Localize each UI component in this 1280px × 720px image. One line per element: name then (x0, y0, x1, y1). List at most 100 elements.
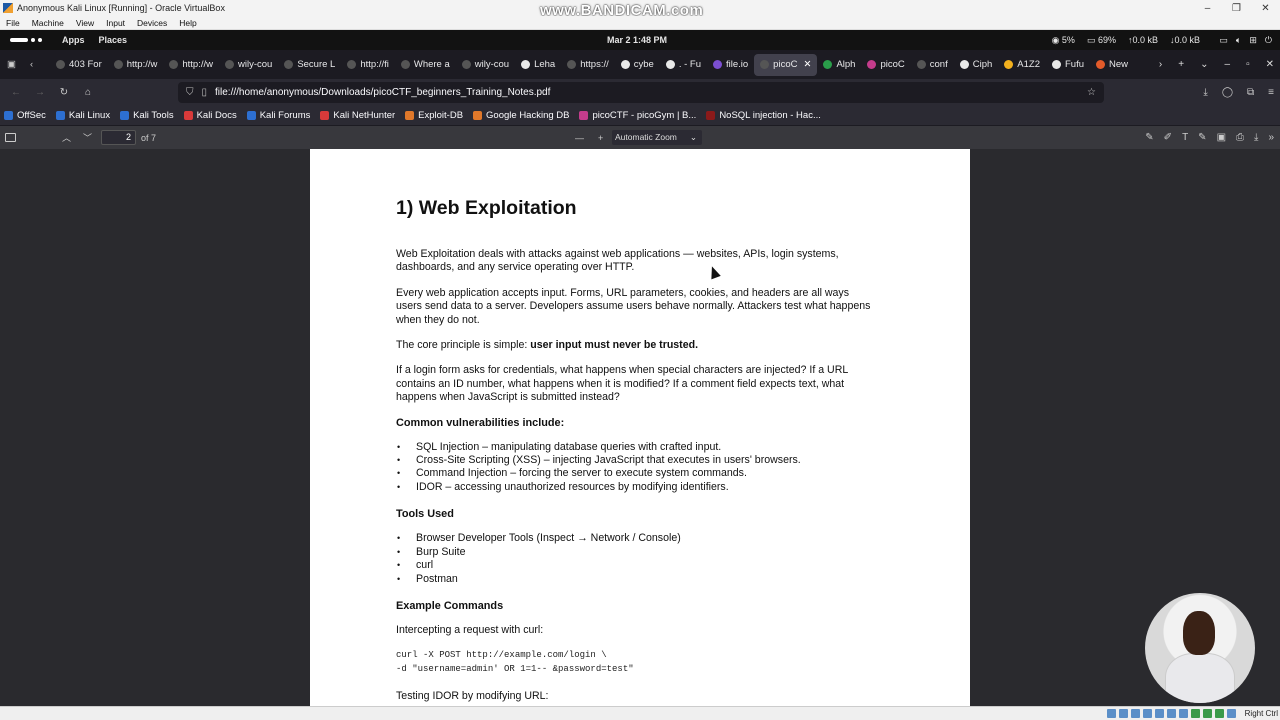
previous-page-icon[interactable]: ︿ (62, 131, 71, 144)
bookmark-item[interactable]: Google Hacking DB (469, 110, 575, 121)
print-icon[interactable]: ⎙ (1236, 132, 1244, 143)
bookmark-item[interactable]: OffSec (0, 110, 52, 121)
network-icon[interactable]: ⊞ (1249, 35, 1257, 46)
browser-minimize-icon[interactable]: – (1225, 59, 1231, 70)
browser-tab[interactable]: Alph (817, 54, 861, 76)
shared-folders-icon[interactable] (1167, 709, 1176, 718)
maximize-icon[interactable]: ❐ (1222, 0, 1251, 16)
highlight-icon[interactable]: ✐ (1164, 132, 1172, 143)
bookmark-item[interactable]: Kali Forums (243, 110, 317, 121)
save-icon[interactable]: ⤓ (1254, 132, 1258, 143)
tab-scroll-right-icon[interactable]: › (1159, 59, 1162, 70)
menu-file[interactable]: File (0, 18, 26, 28)
browser-tab[interactable]: Secure L (278, 54, 341, 76)
mouse-integration-icon[interactable] (1215, 709, 1224, 718)
new-tab-icon[interactable]: + (1178, 59, 1184, 70)
browser-tab[interactable]: cybe (615, 54, 660, 76)
home-icon[interactable]: ⌂ (76, 87, 100, 98)
account-icon[interactable]: ◯ (1222, 87, 1233, 98)
browser-tab[interactable]: Leha (515, 54, 561, 76)
edit-pdf-icon[interactable]: ✎ (1145, 132, 1153, 143)
sidebar-toggle-icon[interactable] (5, 133, 16, 142)
menu-input[interactable]: Input (100, 18, 131, 28)
page-number-input[interactable]: 2 (101, 130, 136, 145)
minimize-icon[interactable]: – (1193, 0, 1222, 16)
workspace-indicator[interactable] (10, 38, 50, 42)
bookmark-item[interactable]: NoSQL injection - Hac... (702, 110, 827, 121)
draw-icon[interactable]: ✎ (1198, 132, 1206, 143)
browser-tab[interactable]: Ciph (954, 54, 999, 76)
menu-machine[interactable]: Machine (26, 18, 70, 28)
tracking-protection-icon[interactable]: ⛉ (186, 87, 194, 98)
browser-tab[interactable]: wily-cou (456, 54, 515, 76)
menu-devices[interactable]: Devices (131, 18, 173, 28)
places-menu[interactable]: Places (99, 35, 128, 45)
apps-menu[interactable]: Apps (62, 35, 85, 45)
zoom-select[interactable]: Automatic Zoom ⌄ (612, 130, 702, 145)
pdf-viewer[interactable]: 1) Web Exploitation Web Exploitation dea… (0, 149, 1280, 706)
list-all-tabs-icon[interactable]: ⌄ (1200, 59, 1208, 70)
bookmark-item[interactable]: Kali Tools (116, 110, 180, 121)
hard-disk-icon[interactable] (1107, 709, 1116, 718)
browser-tab[interactable]: https:// (561, 54, 615, 76)
browser-close-icon[interactable]: ✕ (1266, 59, 1274, 70)
close-tab-icon[interactable]: ✕ (803, 59, 811, 70)
audio-icon[interactable] (1131, 709, 1140, 718)
image-icon[interactable]: ▣ (1217, 132, 1226, 143)
clock[interactable]: Mar 2 1:48 PM (607, 35, 667, 45)
browser-tab[interactable]: file.io (707, 54, 754, 76)
back-icon[interactable]: ← (4, 87, 28, 98)
bookmark-star-icon[interactable]: ☆ (1087, 87, 1096, 98)
usb-icon[interactable] (1155, 709, 1164, 718)
close-icon[interactable]: ✕ (1251, 0, 1280, 16)
menu-help[interactable]: Help (173, 18, 202, 28)
browser-tab[interactable]: wily-cou (219, 54, 278, 76)
tab-favicon-icon (284, 60, 294, 69)
url-bar[interactable]: ⛉ ▯ file:///home/anonymous/Downloads/pic… (178, 82, 1104, 103)
screen-icon[interactable]: ▭ (1219, 35, 1228, 46)
tab-scroll-left-icon[interactable]: ‹ (30, 59, 33, 70)
browser-tab[interactable]: picoC ✕ (754, 53, 818, 76)
more-tools-icon[interactable]: » (1268, 132, 1274, 143)
volume-icon[interactable]: 🔈︎ (1236, 35, 1241, 46)
browser-tab[interactable]: Fufu (1046, 54, 1090, 76)
browser-tab[interactable]: A1Z2 (998, 54, 1046, 76)
bookmark-favicon-icon (579, 111, 589, 120)
bookmark-item[interactable]: Kali NetHunter (316, 110, 401, 121)
browser-tab[interactable]: http://w (163, 54, 219, 76)
bookmark-item[interactable]: Kali Linux (52, 110, 116, 121)
bookmark-item[interactable]: Kali Docs (180, 110, 243, 121)
cpu-activity-icon[interactable] (1203, 709, 1212, 718)
browser-maximize-icon[interactable]: ▫ (1246, 59, 1250, 70)
url-text[interactable]: file:///home/anonymous/Downloads/picoCTF… (215, 87, 550, 98)
display-icon[interactable] (1179, 709, 1188, 718)
tab-label: . - Fu (678, 59, 701, 70)
downloads-icon[interactable]: ⤓ (1203, 87, 1207, 98)
power-icon[interactable]: ⏻ (1265, 35, 1272, 46)
bookmark-item[interactable]: picoCTF - picoGym | B... (575, 110, 702, 121)
browser-tab[interactable]: . - Fu (660, 54, 707, 76)
browser-tab[interactable]: http://fi (341, 54, 395, 76)
menu-view[interactable]: View (70, 18, 100, 28)
reload-icon[interactable]: ↻ (52, 87, 76, 98)
zoom-out-icon[interactable]: — (575, 133, 584, 143)
optical-drive-icon[interactable] (1119, 709, 1128, 718)
browser-tab[interactable]: picoC (861, 54, 910, 76)
next-page-icon[interactable]: ﹀ (83, 131, 92, 144)
network-adapter-icon[interactable] (1143, 709, 1152, 718)
browser-tab[interactable]: Where a (395, 54, 456, 76)
browser-tab[interactable]: New (1090, 54, 1134, 76)
text-icon[interactable]: T (1182, 132, 1188, 143)
browser-tab[interactable]: conf (911, 54, 954, 76)
forward-icon[interactable]: → (28, 87, 52, 98)
bookmark-item[interactable]: Exploit-DB (401, 110, 469, 121)
firefox-view-icon[interactable]: ▣ (7, 59, 16, 70)
page-info-icon[interactable]: ▯ (202, 87, 208, 98)
extensions-icon[interactable]: ⧉ (1247, 87, 1254, 98)
keyboard-icon[interactable] (1227, 709, 1236, 718)
app-menu-icon[interactable]: ≡ (1268, 87, 1274, 98)
browser-tab[interactable]: http://w (108, 54, 164, 76)
zoom-in-icon[interactable]: + (598, 133, 603, 143)
recording-icon[interactable] (1191, 709, 1200, 718)
browser-tab[interactable]: 403 For (50, 54, 108, 76)
